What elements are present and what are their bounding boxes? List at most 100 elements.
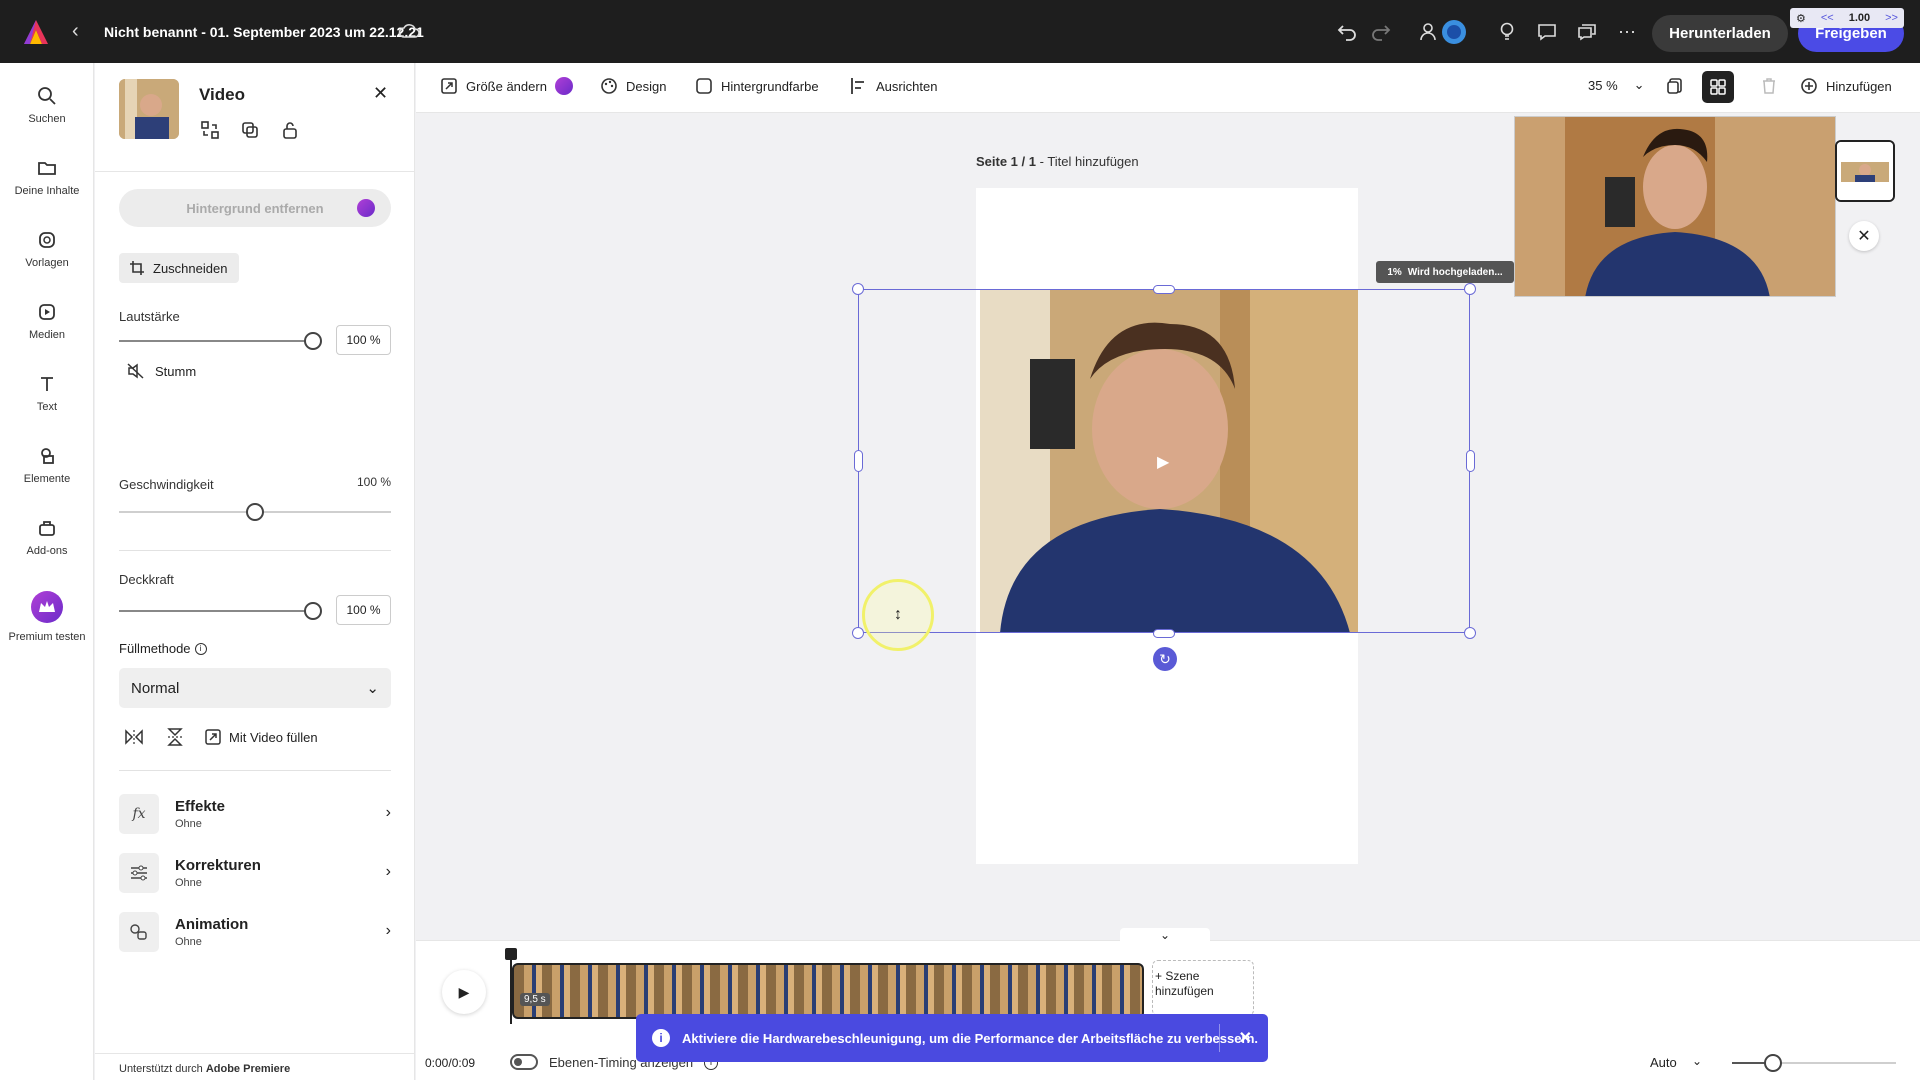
design-button[interactable]: Design xyxy=(600,77,666,95)
close-toast-icon[interactable]: ✕ xyxy=(1239,1028,1252,1048)
close-icon[interactable]: ✕ xyxy=(1849,221,1879,251)
align-button[interactable]: Ausrichten xyxy=(850,77,937,95)
redo-icon[interactable] xyxy=(1369,20,1393,44)
timeline-zoom-knob[interactable] xyxy=(1764,1054,1782,1072)
clip-duration: 9,5 s xyxy=(520,993,550,1006)
pages-icon[interactable] xyxy=(1666,77,1684,95)
blend-mode-label: Füllmethode xyxy=(119,641,191,656)
flip-horizontal-icon[interactable] xyxy=(125,729,143,748)
timeline-clip[interactable] xyxy=(512,963,1144,1019)
grid-view-icon[interactable] xyxy=(1702,71,1734,103)
document-title[interactable]: Nicht benannt - 01. September 2023 um 22… xyxy=(104,24,424,40)
close-panel-icon[interactable]: ✕ xyxy=(373,83,388,104)
invite-collaborator-icon[interactable] xyxy=(1418,20,1468,44)
chevron-down-icon: ⌄ xyxy=(1633,77,1645,92)
section-adjustments[interactable]: Korrekturen Ohne › xyxy=(119,851,391,895)
chevron-down-icon[interactable]: ⌄ xyxy=(1692,1054,1702,1068)
page-title-placeholder[interactable]: Titel hinzufügen xyxy=(1047,154,1138,169)
resize-handle-top-left[interactable] xyxy=(852,283,864,295)
crop-button[interactable]: Zuschneiden xyxy=(119,253,239,283)
rail-item-label: Vorlagen xyxy=(25,257,69,269)
add-scene-button[interactable]: + Szene hinzufügen xyxy=(1152,960,1254,1016)
remove-background-button[interactable]: Hintergrund entfernen xyxy=(119,189,391,227)
resize-handle-right[interactable] xyxy=(1466,450,1475,472)
align-icon xyxy=(851,78,864,94)
page-label[interactable]: Seite 1 / 1 - Titel hinzufügen xyxy=(976,154,1139,169)
back-icon[interactable]: ‹ xyxy=(72,20,79,43)
resize-handle-bottom-left[interactable] xyxy=(852,627,864,639)
rail-item-templates[interactable]: Vorlagen xyxy=(0,229,94,269)
playback-speed-widget[interactable]: ⚙ << 1.00 >> xyxy=(1790,8,1904,28)
resize-handle-bottom[interactable] xyxy=(1153,629,1175,638)
layer-timing-toggle[interactable] xyxy=(510,1054,538,1070)
replace-icon[interactable] xyxy=(199,119,221,141)
rotate-handle-icon[interactable]: ↻ xyxy=(1153,647,1177,671)
duplicate-icon[interactable] xyxy=(239,119,261,141)
toast-divider xyxy=(1219,1024,1220,1052)
webcam-overlay xyxy=(1514,116,1836,297)
undo-icon[interactable] xyxy=(1335,20,1359,44)
rail-item-your-content[interactable]: Deine Inhalte xyxy=(0,157,94,197)
rail-item-label: Premium testen xyxy=(8,631,86,643)
rail-item-search[interactable]: Suchen xyxy=(0,85,94,125)
page-thumbnail[interactable] xyxy=(1835,140,1895,202)
collapse-timeline-icon[interactable]: ⌄ xyxy=(1120,928,1210,946)
rail-item-elements[interactable]: Elemente xyxy=(0,445,94,485)
speed-slider-knob[interactable] xyxy=(246,503,264,521)
divider xyxy=(119,770,391,771)
volume-value-input[interactable]: 100 % xyxy=(336,325,391,355)
resize-handle-top[interactable] xyxy=(1153,285,1175,294)
opacity-value-input[interactable]: 100 % xyxy=(336,595,391,625)
download-button[interactable]: Herunterladen xyxy=(1652,15,1788,52)
add-button[interactable]: Hinzufügen xyxy=(1800,77,1892,95)
powered-by-note: Unterstützt durch Adobe Premiere xyxy=(119,1063,290,1075)
rail-item-text[interactable]: Text xyxy=(0,373,94,413)
lock-icon[interactable] xyxy=(279,119,301,141)
resize-handle-left[interactable] xyxy=(854,450,863,472)
blend-mode-select[interactable]: Normal ⌄ xyxy=(119,668,391,708)
mute-toggle[interactable]: Stumm xyxy=(127,363,196,379)
animation-icon xyxy=(119,912,159,952)
resize-button[interactable]: Größe ändern xyxy=(440,77,573,95)
section-effects[interactable]: fx Effekte Ohne › xyxy=(119,792,391,836)
cloud-sync-icon[interactable] xyxy=(398,22,420,43)
more-icon[interactable]: ⋯ xyxy=(1615,20,1639,44)
adobe-express-logo-icon[interactable] xyxy=(22,18,50,46)
rail-item-label: Medien xyxy=(28,329,66,341)
playhead[interactable] xyxy=(505,948,517,1024)
chevron-right-icon: › xyxy=(385,804,391,821)
background-color-button[interactable]: Hintergrundfarbe xyxy=(695,77,819,95)
timeline-zoom-slider[interactable] xyxy=(1732,1054,1896,1072)
toast-message: Aktiviere die Hardwarebeschleunigung, um… xyxy=(682,1030,1259,1046)
info-icon[interactable]: i xyxy=(194,642,207,655)
delete-icon[interactable] xyxy=(1760,77,1778,95)
opacity-slider-knob[interactable] xyxy=(304,602,322,620)
section-animation[interactable]: Animation Ohne › xyxy=(119,910,391,954)
settings-gear-icon[interactable]: ⚙ xyxy=(1796,12,1806,25)
present-icon[interactable] xyxy=(1575,20,1599,44)
fill-with-video-button[interactable]: Mit Video füllen xyxy=(205,729,318,745)
resize-handle-top-right[interactable] xyxy=(1464,283,1476,295)
flip-vertical-icon[interactable] xyxy=(167,728,183,749)
resize-handle-bottom-right[interactable] xyxy=(1464,627,1476,639)
speed-increase-button[interactable]: >> xyxy=(1885,12,1898,24)
powered-by-prefix: Unterstützt durch xyxy=(119,1063,203,1075)
section-title: Effekte xyxy=(175,798,226,815)
speed-value: 100 % xyxy=(357,475,392,489)
time-readout: 0:00/0:09 xyxy=(425,1056,476,1070)
upload-label: Wird hochgeladen... xyxy=(1407,266,1503,278)
upload-percent: 1% xyxy=(1387,266,1402,278)
opacity-slider[interactable] xyxy=(119,602,322,620)
timeline-zoom-mode[interactable]: Auto xyxy=(1650,1055,1677,1070)
volume-slider[interactable] xyxy=(119,332,322,350)
rail-item-media[interactable]: Medien xyxy=(0,301,94,341)
speed-slider[interactable] xyxy=(119,503,391,521)
volume-slider-knob[interactable] xyxy=(304,332,322,350)
zoom-select[interactable]: 35 % ⌄ xyxy=(1588,77,1645,93)
comment-icon[interactable] xyxy=(1535,20,1559,44)
play-button[interactable]: ▶ xyxy=(442,970,486,1014)
rail-item-addons[interactable]: Add-ons xyxy=(0,517,94,557)
speed-decrease-button[interactable]: << xyxy=(1821,12,1834,24)
rail-item-premium[interactable]: Premium testen xyxy=(0,591,94,643)
lightbulb-icon[interactable] xyxy=(1495,20,1519,44)
